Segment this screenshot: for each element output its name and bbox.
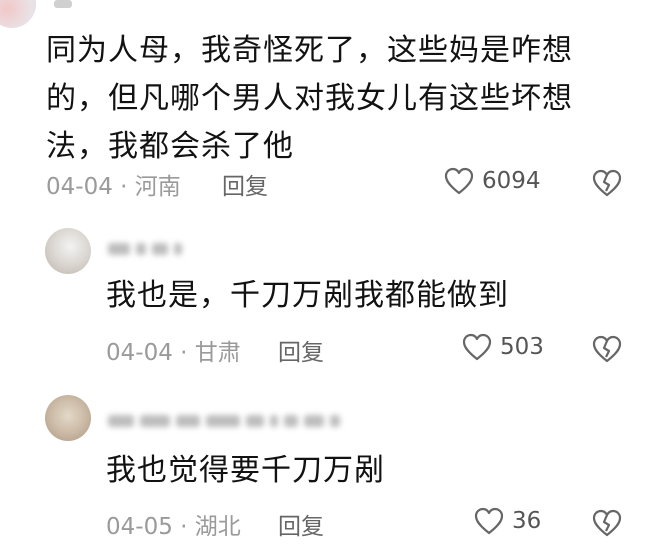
username-blurred: [54, 0, 72, 8]
username-blurred: [108, 412, 346, 431]
comment-text: 同为人母，我奇怪死了，这些妈是咋想的，但凡哪个男人对我女儿有这些坏想法，我都会杀…: [46, 33, 573, 164]
comment-text: 我也是，千刀万剐我都能做到: [106, 278, 509, 313]
like-button[interactable]: 6094: [444, 167, 541, 195]
dislike-button[interactable]: [592, 169, 622, 197]
reply-button[interactable]: 回复: [278, 507, 324, 541]
like-button[interactable]: 36: [474, 507, 541, 535]
like-count: 36: [512, 508, 542, 534]
comment-region: 河南: [134, 174, 181, 200]
heart-outline-icon: [462, 333, 492, 361]
meta-separator: ·: [180, 340, 188, 366]
dislike-button[interactable]: [592, 335, 622, 363]
comment-date: 04-05: [106, 514, 173, 540]
like-count: 503: [500, 334, 544, 360]
comment-region: 湖北: [194, 514, 241, 540]
avatar[interactable]: [45, 395, 91, 441]
heart-outline-icon: [444, 167, 474, 195]
comment-meta: 04-05 · 湖北: [106, 507, 241, 541]
like-count: 6094: [482, 168, 541, 194]
meta-separator: ·: [180, 514, 188, 540]
heart-outline-icon: [474, 507, 504, 535]
reply-button[interactable]: 回复: [278, 333, 324, 367]
broken-heart-icon: [592, 335, 622, 363]
avatar[interactable]: [0, 0, 36, 28]
username-blurred: [108, 240, 188, 259]
broken-heart-icon: [592, 169, 622, 197]
like-button[interactable]: 503: [462, 333, 544, 361]
dislike-button[interactable]: [592, 509, 622, 537]
comment-region: 甘肃: [194, 340, 241, 366]
broken-heart-icon: [592, 509, 622, 537]
comment-date: 04-04: [46, 174, 113, 200]
avatar[interactable]: [45, 228, 91, 274]
comment-meta: 04-04 · 河南: [46, 167, 181, 201]
comment-text: 我也觉得要千刀万剐: [106, 453, 385, 488]
meta-separator: ·: [120, 174, 128, 200]
comment-date: 04-04: [106, 340, 173, 366]
reply-button[interactable]: 回复: [222, 167, 268, 201]
comment-meta: 04-04 · 甘肃: [106, 333, 241, 367]
